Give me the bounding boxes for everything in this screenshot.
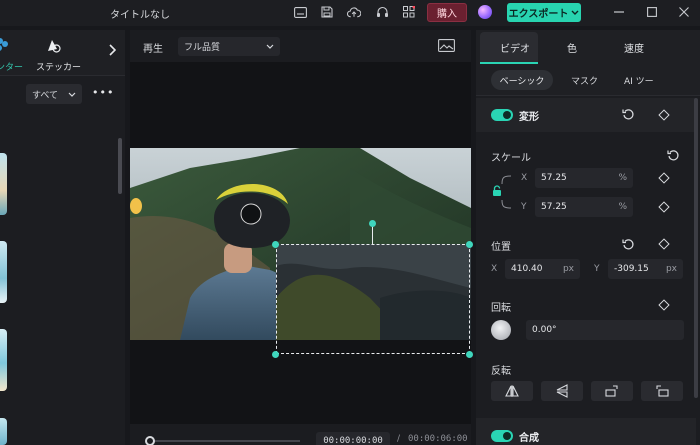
- media-scrollbar[interactable]: [118, 138, 122, 194]
- position-label: 位置: [491, 242, 511, 253]
- buy-button[interactable]: 購入: [427, 3, 467, 22]
- rotation-line: [372, 226, 373, 244]
- timecode-current[interactable]: 00:00:00:00: [316, 432, 390, 445]
- properties-scrollbar[interactable]: [694, 98, 698, 398]
- sticker-icon[interactable]: [45, 38, 61, 54]
- resize-handle[interactable]: [272, 241, 279, 248]
- close-icon[interactable]: [676, 4, 692, 20]
- pos-y-axis: Y: [594, 264, 600, 274]
- cloud-upload-icon[interactable]: [347, 5, 361, 19]
- keyframe-icon[interactable]: [657, 200, 671, 214]
- reset-icon[interactable]: [621, 237, 635, 251]
- flip-horizontal-icon: [505, 385, 519, 397]
- quality-dropdown[interactable]: フル品質: [178, 37, 280, 56]
- pos-x-axis: X: [491, 264, 498, 274]
- reset-icon[interactable]: [666, 148, 680, 162]
- position-y-value: -309.15: [614, 264, 649, 274]
- scale-y-unit: %: [618, 202, 627, 212]
- playback-track[interactable]: [150, 440, 300, 442]
- position-y-unit: px: [665, 264, 677, 274]
- subtab-ai-tools[interactable]: AI ツー: [624, 74, 654, 87]
- position-x-value: 410.40: [511, 264, 543, 274]
- rotate-field[interactable]: 0.00°: [526, 320, 684, 340]
- rotate-left-icon: [656, 385, 669, 397]
- flip-horizontal-button[interactable]: [491, 381, 533, 401]
- lock-icon[interactable]: [490, 184, 504, 198]
- selection-box[interactable]: [276, 244, 470, 354]
- screenshot-icon[interactable]: [438, 39, 455, 52]
- scale-label: スケール: [491, 153, 531, 164]
- grid-icon[interactable]: [402, 5, 416, 19]
- composite-toggle[interactable]: [491, 430, 513, 442]
- tab-video[interactable]: ビデオ: [500, 40, 530, 55]
- reset-icon[interactable]: [621, 107, 635, 121]
- resize-handle[interactable]: [466, 351, 473, 358]
- more-options-icon[interactable]: •••: [92, 86, 114, 99]
- media-thumbnail[interactable]: [0, 329, 7, 391]
- transform-toggle[interactable]: [491, 109, 513, 121]
- keyframe-icon[interactable]: [657, 237, 671, 251]
- element-icon[interactable]: [0, 38, 8, 52]
- playback-label: 再生: [143, 44, 163, 55]
- scale-x-value: 57.25: [541, 173, 567, 183]
- ai-orb-icon[interactable]: [478, 5, 492, 19]
- transform-title: 変形: [519, 112, 539, 123]
- timecode-separator: /: [397, 434, 401, 444]
- flip-vertical-icon: [556, 384, 568, 398]
- chevron-down-icon: [68, 92, 76, 97]
- balloon: [130, 198, 142, 214]
- headset-icon[interactable]: [375, 5, 389, 19]
- media-thumbnail[interactable]: [0, 153, 7, 215]
- timecode-total: 00:00:06:00: [408, 434, 468, 444]
- media-thumbnail[interactable]: [0, 418, 7, 445]
- composite-title: 合成: [519, 433, 539, 444]
- keyframe-icon[interactable]: [657, 108, 671, 122]
- rotate-left-button[interactable]: [641, 381, 683, 401]
- position-y-field[interactable]: -309.15 px: [608, 259, 683, 279]
- keyframe-icon[interactable]: [657, 298, 671, 312]
- rotation-dial[interactable]: [491, 320, 511, 340]
- flip-vertical-button[interactable]: [541, 381, 583, 401]
- minimize-icon[interactable]: [611, 4, 627, 20]
- tab-color[interactable]: 色: [567, 40, 577, 55]
- chevron-right-icon[interactable]: [108, 44, 117, 59]
- playhead-knob[interactable]: [145, 436, 155, 445]
- tab-speed[interactable]: 速度: [624, 40, 644, 55]
- scale-x-axis: X: [521, 173, 528, 183]
- resize-handle[interactable]: [466, 241, 473, 248]
- subtab-mask[interactable]: マスク: [571, 74, 598, 87]
- keyframe-icon[interactable]: [657, 171, 671, 185]
- scale-y-field[interactable]: 57.25 %: [535, 197, 633, 217]
- flip-label: 反転: [491, 366, 511, 377]
- subtab-basic[interactable]: ベーシック: [491, 70, 553, 90]
- scale-x-unit: %: [618, 173, 627, 183]
- position-x-unit: px: [562, 264, 574, 274]
- chevron-down-icon: [266, 44, 274, 49]
- rotate-label: 回転: [491, 303, 511, 314]
- filter-value: すべて: [32, 90, 59, 101]
- chevron-down-icon: [571, 10, 579, 15]
- scale-y-value: 57.25: [541, 202, 567, 212]
- scale-x-field[interactable]: 57.25 %: [535, 168, 633, 188]
- quality-value: フル品質: [184, 43, 221, 53]
- scale-y-axis: Y: [521, 202, 527, 212]
- rotate-right-button[interactable]: [591, 381, 633, 401]
- position-x-field[interactable]: 410.40 px: [505, 259, 580, 279]
- captions-icon[interactable]: [293, 5, 307, 19]
- tab-partial-label[interactable]: ンター: [0, 60, 23, 73]
- export-label: エクスポート: [508, 9, 569, 20]
- rotate-right-icon: [605, 385, 618, 397]
- rotate-handle[interactable]: [369, 220, 376, 227]
- tab-sticker[interactable]: ステッカー: [36, 60, 81, 73]
- export-button[interactable]: エクスポート: [507, 3, 581, 22]
- maximize-icon[interactable]: [644, 4, 660, 20]
- window-title: タイトルなし: [110, 10, 170, 21]
- save-icon[interactable]: [320, 5, 334, 19]
- rotate-value: 0.00°: [532, 325, 557, 335]
- filter-dropdown[interactable]: すべて: [26, 84, 82, 104]
- media-thumbnail[interactable]: [0, 241, 7, 303]
- resize-handle[interactable]: [272, 351, 279, 358]
